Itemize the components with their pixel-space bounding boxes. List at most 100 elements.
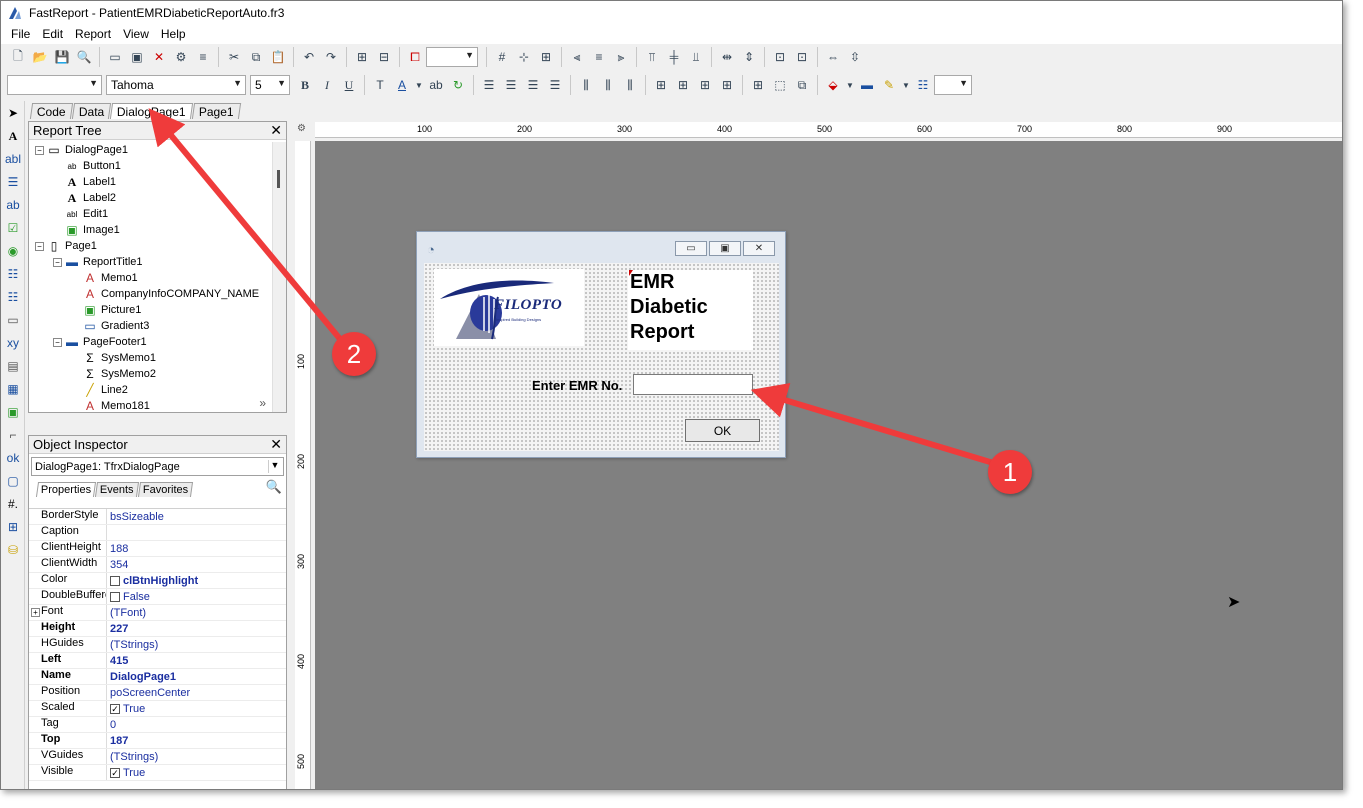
- frame-none-icon[interactable]: ⬚: [770, 75, 790, 95]
- property-value[interactable]: 188: [107, 541, 128, 556]
- font-settings-icon[interactable]: T: [370, 75, 390, 95]
- page-settings-icon[interactable]: ⚙: [171, 47, 191, 67]
- align-middle-icon[interactable]: ╪: [664, 47, 684, 67]
- minimize-button[interactable]: ▭: [675, 241, 707, 256]
- align-right-icon[interactable]: ⫸: [611, 47, 631, 67]
- align-left-icon[interactable]: ⫷: [567, 47, 587, 67]
- property-row[interactable]: Top 187: [29, 733, 286, 749]
- tab-dialogpage1[interactable]: DialogPage1: [109, 103, 193, 119]
- frame-bottom-icon[interactable]: ⊞: [673, 75, 693, 95]
- property-value[interactable]: False: [107, 589, 150, 604]
- font-color-icon[interactable]: A: [392, 75, 412, 95]
- close-icon[interactable]: ✕: [270, 436, 282, 453]
- property-row[interactable]: VGuides (TStrings): [29, 749, 286, 765]
- panel-tool-icon[interactable]: ▭: [2, 309, 24, 331]
- radio-tool-icon[interactable]: ◉: [2, 240, 24, 262]
- property-row[interactable]: Visible ✓ True: [29, 765, 286, 781]
- redo-icon[interactable]: ↷: [321, 47, 341, 67]
- tree-item[interactable]: − ▭ DialogPage1: [29, 142, 272, 158]
- tree-item[interactable]: A Label2: [29, 190, 272, 206]
- tree-item[interactable]: ▣ Image1: [29, 222, 272, 238]
- object-selector[interactable]: DialogPage1: TfrxDialogPage ▼: [31, 457, 284, 476]
- menu-file[interactable]: File: [5, 27, 36, 41]
- property-row[interactable]: DoubleBuffered False: [29, 589, 286, 605]
- fill-color-icon[interactable]: ⬙: [823, 75, 843, 95]
- chevron-down-icon[interactable]: ▼: [845, 75, 855, 95]
- save-icon[interactable]: 💾: [52, 47, 72, 67]
- tree-item[interactable]: ╱ Line2: [29, 382, 272, 398]
- paste-icon[interactable]: 📋: [268, 47, 288, 67]
- property-value[interactable]: 0: [107, 717, 116, 732]
- combobox-tool-icon[interactable]: ☷: [2, 286, 24, 308]
- tree-item[interactable]: abl Edit1: [29, 206, 272, 222]
- preview-icon[interactable]: 🔍: [74, 47, 94, 67]
- property-row[interactable]: Caption: [29, 525, 286, 541]
- space-vertical-icon[interactable]: ⇕: [739, 47, 759, 67]
- tree-scrollbar[interactable]: [272, 142, 286, 412]
- property-row[interactable]: Tag 0: [29, 717, 286, 733]
- chevron-down-icon[interactable]: ▼: [901, 75, 911, 95]
- memo-tool-icon[interactable]: ☰: [2, 171, 24, 193]
- property-row[interactable]: Height 227: [29, 621, 286, 637]
- enter-emr-label[interactable]: Enter EMR No.: [532, 378, 622, 393]
- label-tool-icon[interactable]: abl: [2, 148, 24, 170]
- expand-icon[interactable]: +: [31, 608, 40, 617]
- align-to-grid-icon[interactable]: ⊹: [514, 47, 534, 67]
- report-heading-label[interactable]: EMR Diabetic Report: [628, 270, 753, 350]
- tab-code[interactable]: Code: [29, 103, 73, 119]
- tree-item[interactable]: Σ SysMemo2: [29, 366, 272, 382]
- fill-editor-icon[interactable]: ▬: [857, 75, 877, 95]
- chevron-down-icon[interactable]: ▼: [414, 75, 424, 95]
- listbox-tool-icon[interactable]: ☷: [2, 263, 24, 285]
- select-tool-icon[interactable]: ➤: [2, 102, 24, 124]
- text-align-right-icon[interactable]: ☰: [523, 75, 543, 95]
- property-value[interactable]: (TStrings): [107, 749, 158, 764]
- tree-item[interactable]: A Memo181: [29, 398, 272, 412]
- menu-report[interactable]: Report: [69, 27, 117, 41]
- groupbox-tool-icon[interactable]: xy: [2, 332, 24, 354]
- dialog-page[interactable]: ◔ ▭ ▣ ✕ FILOPTO Inspired Building Design…: [416, 231, 786, 458]
- grid-tool-icon[interactable]: ▦: [2, 378, 24, 400]
- tab-favorites[interactable]: Favorites: [137, 482, 194, 497]
- space-horizontal-icon[interactable]: ⇹: [717, 47, 737, 67]
- ok-button[interactable]: OK: [685, 419, 760, 442]
- property-value[interactable]: (TFont): [107, 605, 146, 620]
- frame-style-icon[interactable]: ☷: [913, 75, 933, 95]
- frame-all-icon[interactable]: ⊞: [748, 75, 768, 95]
- same-width-icon[interactable]: ⇔: [823, 47, 843, 67]
- frame-color-icon[interactable]: ✎: [879, 75, 899, 95]
- tree-item[interactable]: ▣ Picture1: [29, 302, 272, 318]
- property-value[interactable]: ✓ True: [107, 701, 145, 716]
- bevel-tool-icon[interactable]: ⌐: [2, 424, 24, 446]
- new-page-icon[interactable]: ▭: [105, 47, 125, 67]
- zoom-combo[interactable]: ▼: [426, 47, 478, 67]
- property-value[interactable]: 227: [107, 621, 128, 636]
- align-bottom-icon[interactable]: ⫫: [686, 47, 706, 67]
- database-tool-icon[interactable]: ⛁: [2, 539, 24, 561]
- scroll-thumb[interactable]: [277, 170, 280, 188]
- tree-item[interactable]: Σ SysMemo1: [29, 350, 272, 366]
- tree-item[interactable]: ab Button1: [29, 158, 272, 174]
- checkbox[interactable]: [110, 591, 120, 602]
- property-row[interactable]: ClientHeight 188: [29, 541, 286, 557]
- text-tool-icon[interactable]: A: [2, 125, 24, 147]
- align-center-icon[interactable]: ≡: [589, 47, 609, 67]
- same-height-icon[interactable]: ⇳: [845, 47, 865, 67]
- text-align-left-icon[interactable]: ☰: [479, 75, 499, 95]
- open-icon[interactable]: 📂: [30, 47, 50, 67]
- close-icon[interactable]: ✕: [270, 122, 282, 139]
- search-icon[interactable]: 🔍: [266, 479, 282, 495]
- property-value[interactable]: 187: [107, 733, 128, 748]
- property-value[interactable]: 354: [107, 557, 128, 572]
- style-combo[interactable]: ▼: [7, 75, 102, 95]
- button-tool-icon[interactable]: ab: [2, 194, 24, 216]
- text-top-icon[interactable]: ⫼: [576, 75, 596, 95]
- copy-icon[interactable]: ⧉: [246, 47, 266, 67]
- tree-item[interactable]: A Memo1: [29, 270, 272, 286]
- center-horizontal-icon[interactable]: ⊡: [770, 47, 790, 67]
- show-grid-icon[interactable]: #: [492, 47, 512, 67]
- font-size-combo[interactable]: 5 ▼: [250, 75, 290, 95]
- undo-icon[interactable]: ↶: [299, 47, 319, 67]
- tree-item[interactable]: A Label1: [29, 174, 272, 190]
- text-justify-icon[interactable]: ☰: [545, 75, 565, 95]
